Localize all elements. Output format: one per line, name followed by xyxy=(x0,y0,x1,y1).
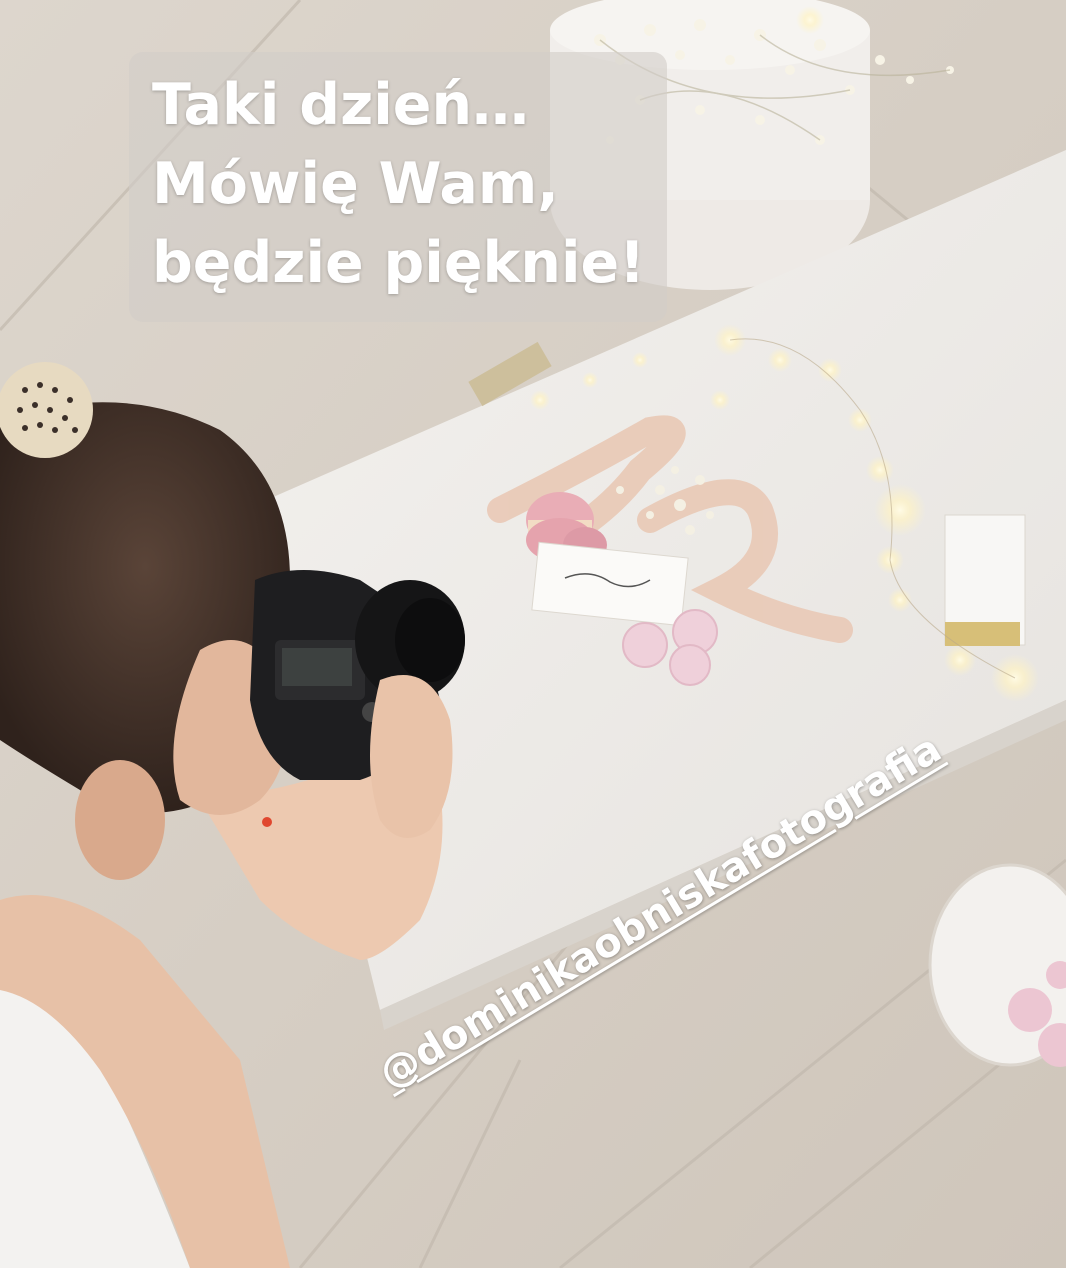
hair-clip xyxy=(0,362,93,458)
story-caption: Taki dzień… Mówię Wam, będzie pięknie! xyxy=(152,66,662,303)
caption-line-1: Taki dzień… xyxy=(152,72,530,138)
story-frame: Taki dzień… Mówię Wam, będzie pięknie! @… xyxy=(0,0,1066,1268)
caption-line-3: będzie pięknie! xyxy=(152,230,646,296)
caption-line-2: Mówię Wam, xyxy=(152,151,559,217)
